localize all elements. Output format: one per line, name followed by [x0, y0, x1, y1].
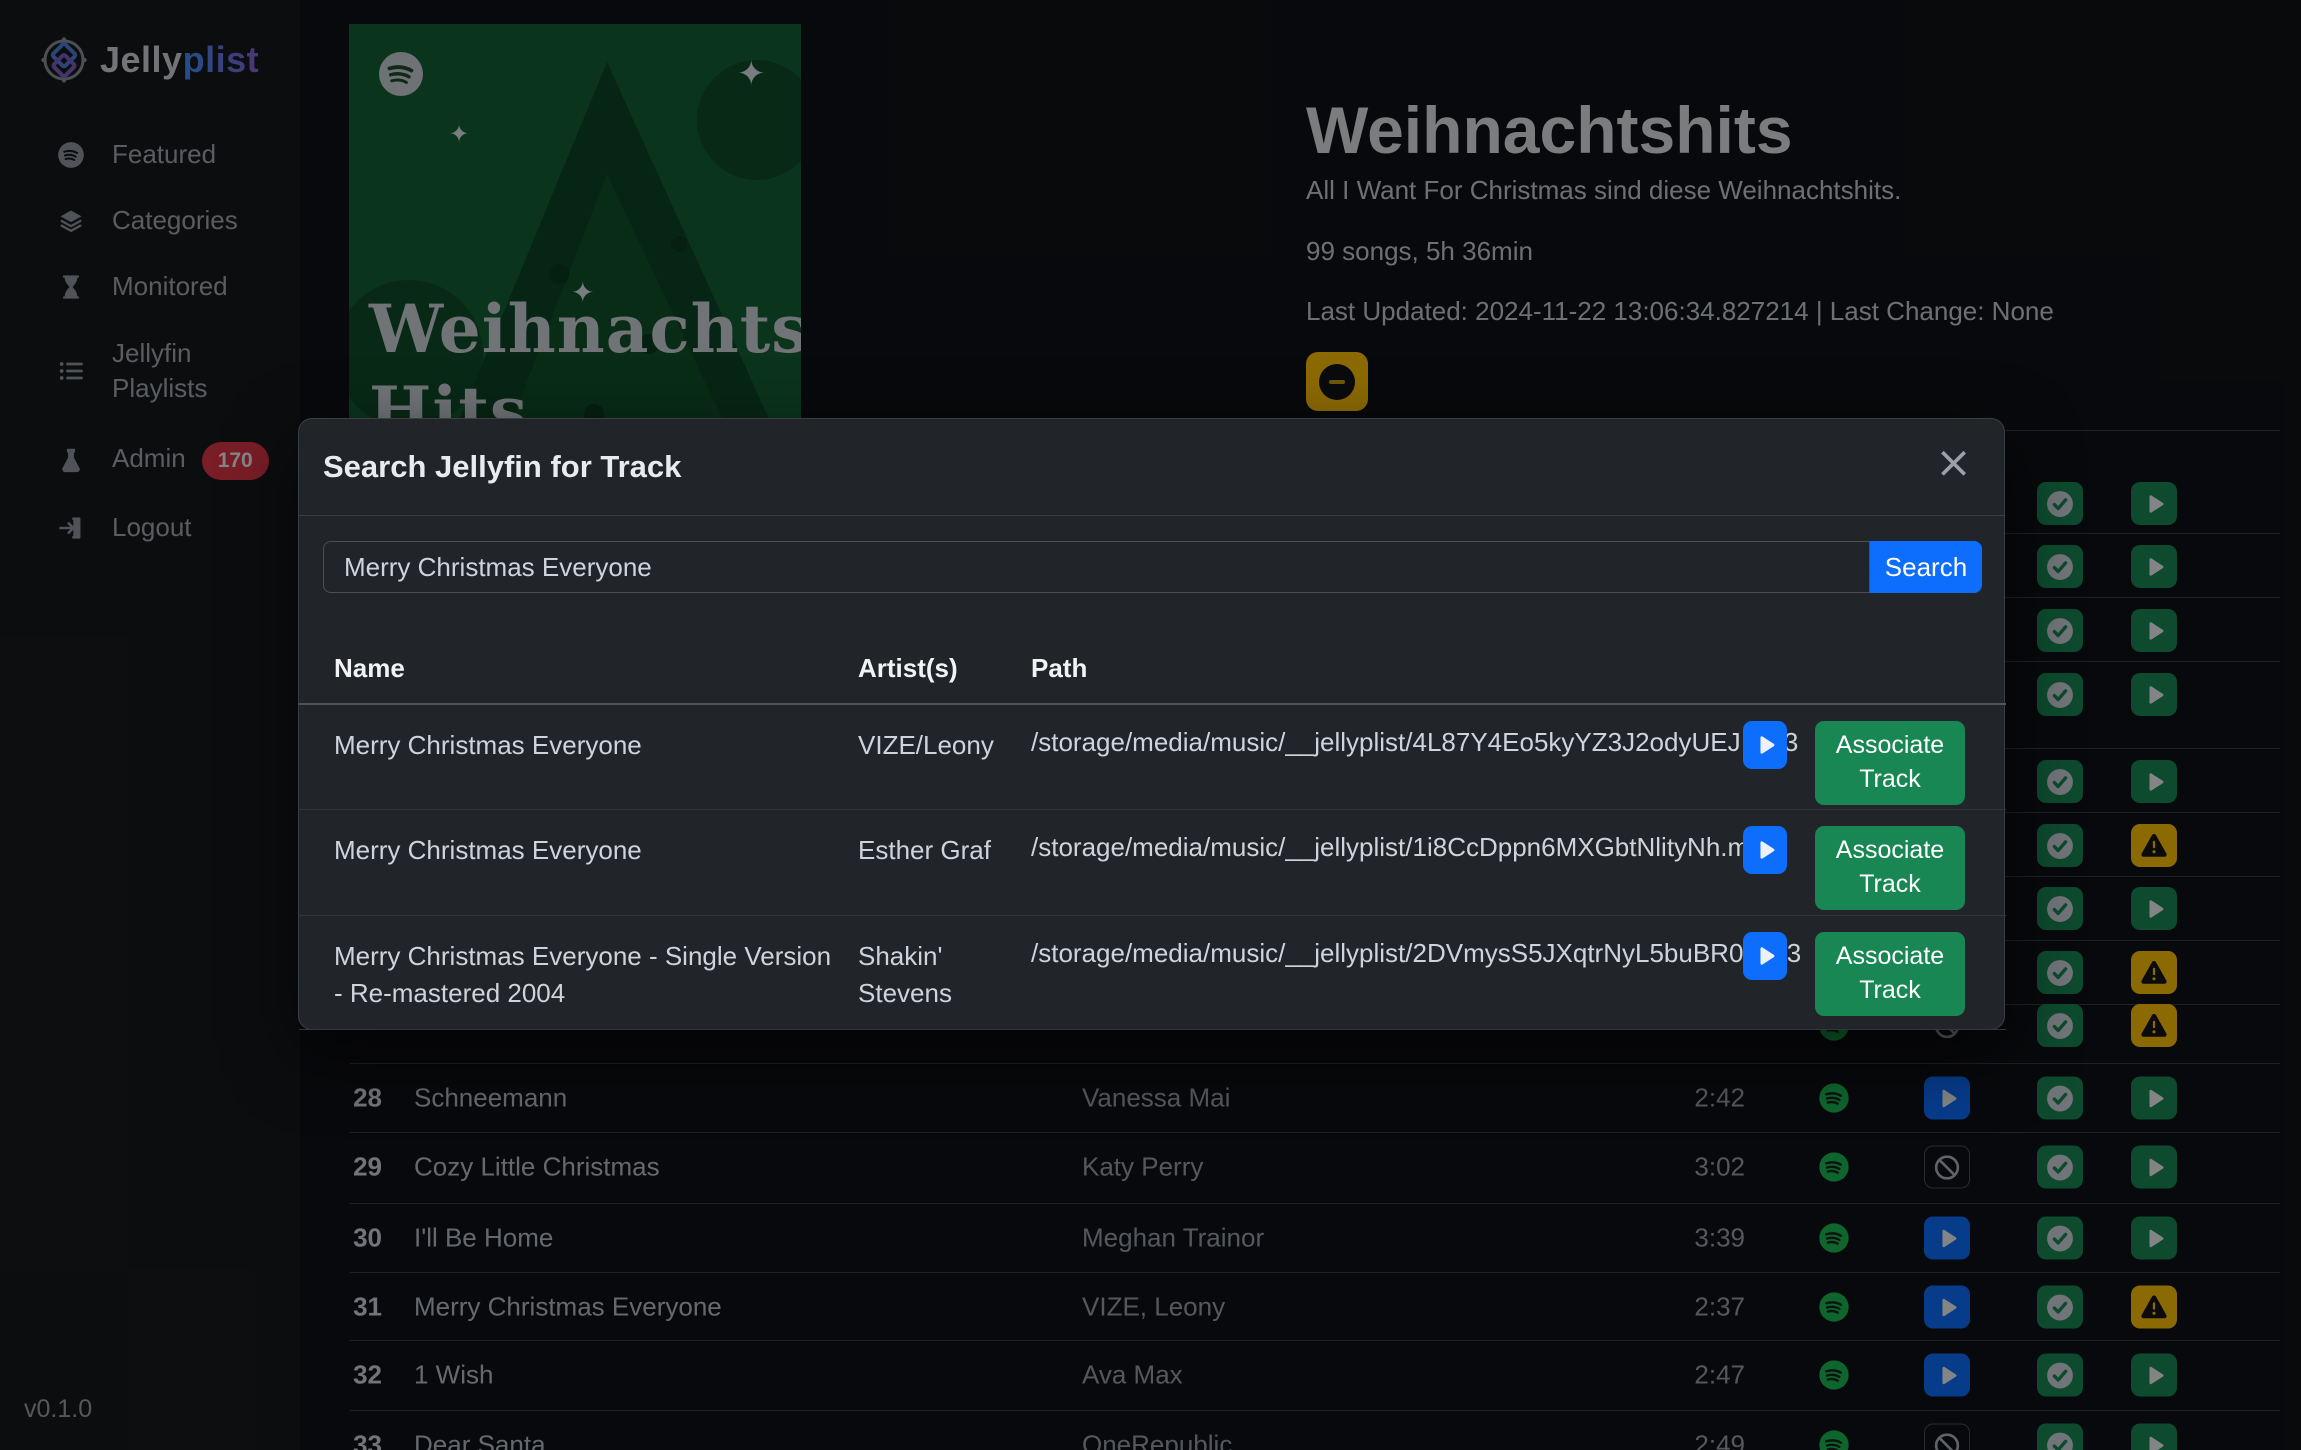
- result-artists: Shakin' Stevens: [858, 938, 1008, 1012]
- search-button[interactable]: Search: [1870, 541, 1982, 593]
- result-path: /storage/media/music/__jellyplist/1i8CcD…: [1031, 832, 1731, 863]
- result-artists: Esther Graf: [858, 832, 1008, 869]
- modal-header: Search Jellyfin for Track ×: [299, 419, 2004, 516]
- search-input[interactable]: [323, 541, 1870, 593]
- result-path: /storage/media/music/__jellyplist/2DVmys…: [1031, 938, 1731, 969]
- app-screen: Jellyplist FeaturedCategoriesMonitoredJe…: [0, 0, 2301, 1450]
- associate-track-button[interactable]: Associate Track: [1815, 721, 1965, 805]
- column-artists: Artist(s): [858, 653, 958, 684]
- search-jellyfin-modal: Search Jellyfin for Track × Search Name …: [298, 418, 2005, 1030]
- result-row: Merry Christmas Everyone Esther Graf/stor…: [299, 810, 2006, 916]
- result-play-button[interactable]: [1743, 826, 1787, 874]
- result-name: Merry Christmas Everyone - Single Versio…: [334, 938, 834, 1012]
- results-rows: Merry Christmas Everyone VIZE/Leony/stora…: [299, 705, 2006, 1030]
- result-play-button[interactable]: [1743, 721, 1787, 769]
- results-table: Name Artist(s) Path Merry Christmas Ever…: [299, 641, 2006, 1030]
- result-row: Merry Christmas Everyone - Single Versio…: [299, 916, 2006, 1030]
- column-name: Name: [334, 653, 405, 684]
- result-row: Merry Christmas Everyone VIZE/Leony/stora…: [299, 705, 2006, 810]
- associate-track-button[interactable]: Associate Track: [1815, 826, 1965, 910]
- result-path: /storage/media/music/__jellyplist/4L87Y4…: [1031, 727, 1731, 758]
- result-artists: VIZE/Leony: [858, 727, 1008, 764]
- modal-title: Search Jellyfin for Track: [323, 449, 681, 485]
- result-name: Merry Christmas Everyone: [334, 727, 834, 764]
- column-path: Path: [1031, 653, 1087, 684]
- results-table-header: Name Artist(s) Path: [299, 641, 2006, 705]
- result-play-button[interactable]: [1743, 932, 1787, 980]
- result-name: Merry Christmas Everyone: [334, 832, 834, 869]
- search-group: Search: [323, 541, 1982, 593]
- close-icon[interactable]: ×: [1935, 441, 1972, 485]
- associate-track-button[interactable]: Associate Track: [1815, 932, 1965, 1016]
